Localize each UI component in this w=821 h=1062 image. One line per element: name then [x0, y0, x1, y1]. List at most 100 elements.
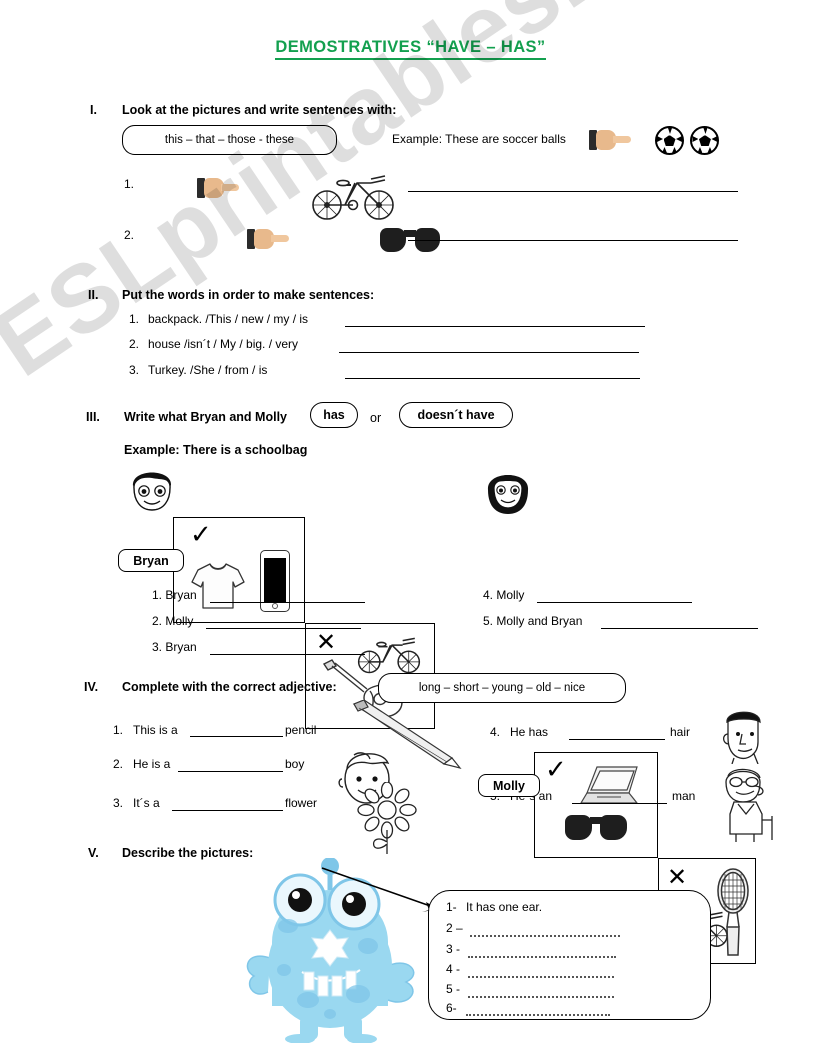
cross-icon: ✕	[316, 628, 337, 656]
name-tag-bryan-label: Bryan	[133, 553, 169, 568]
section-3-or-label: or	[370, 411, 382, 425]
section-5-heading: Describe the pictures:	[122, 846, 254, 860]
tennis-racket-icon	[717, 868, 749, 956]
section-4-item-3-before: It´s a	[133, 796, 160, 810]
section-3-answer-2-number: 2.	[152, 614, 163, 628]
section-4-item-2-after: boy	[285, 757, 305, 771]
section-1-item-1-number: 1.	[124, 177, 135, 191]
section-3-example: Example: There is a schoolbag	[124, 443, 308, 457]
section-1-item-2-number: 2.	[124, 228, 135, 242]
chip-has[interactable]: has	[310, 402, 358, 428]
bicycle-icon	[312, 175, 394, 220]
flower-icon	[357, 782, 417, 854]
section-5-line-1-number: 1-	[446, 900, 457, 914]
cross-icon: ✕	[667, 863, 688, 891]
section-2-item-2-number: 2.	[129, 337, 140, 351]
section-3-answer-2: 2. Molly	[152, 614, 193, 628]
section-3-answer-4-line[interactable]	[537, 602, 692, 603]
tshirt-icon	[191, 563, 245, 609]
section-3-answer-3-number: 3.	[152, 640, 163, 654]
section-5-line-4-dots[interactable]	[468, 976, 614, 978]
section-5-line-2-dots[interactable]	[470, 935, 620, 937]
check-icon: ✓	[190, 520, 212, 550]
section-4-item-1-line[interactable]	[190, 736, 283, 737]
section-4-item-2-before: He is a	[133, 757, 171, 771]
section-1-wordbank: this – that – those - these	[122, 125, 337, 155]
section-4-item-2-number: 2.	[113, 757, 124, 771]
chip-has-label: has	[323, 408, 345, 422]
section-5-number: V.	[88, 846, 99, 860]
chip-doesnt-have-label: doesn´t have	[417, 408, 495, 422]
section-1-wordbank-text: this – that – those - these	[164, 134, 295, 146]
section-4-item-3-number: 3.	[113, 796, 124, 810]
section-2-item-2-text: house /isn´t / My / big. / very	[148, 337, 299, 351]
soccer-ball-icon	[690, 126, 720, 155]
check-icon: ✓	[545, 755, 567, 785]
section-2-number: II.	[88, 288, 99, 302]
section-4-item-1-number: 1.	[113, 723, 124, 737]
section-1-item-1-answer-line[interactable]	[408, 191, 738, 192]
section-3-answer-5: 5. Molly and Bryan	[483, 614, 582, 628]
section-3-answer-3-line[interactable]	[210, 654, 365, 655]
section-4-item-2-line[interactable]	[178, 771, 283, 772]
sunglasses-icon	[565, 815, 627, 840]
section-1-heading: Look at the pictures and write sentences…	[122, 103, 397, 117]
section-4-item-3-line[interactable]	[172, 810, 283, 811]
soccer-balls-icon	[655, 126, 720, 160]
section-3-answer-5-line[interactable]	[601, 628, 758, 629]
section-3-answer-4-text: Molly	[496, 588, 525, 602]
section-4-item-4-after: hair	[670, 725, 691, 739]
section-5-line-3-number: 3 -	[446, 942, 461, 956]
section-2-item-3-number: 3.	[129, 363, 140, 377]
section-4-item-4-before: He has	[510, 725, 549, 739]
section-1-item-2-answer-line[interactable]	[408, 240, 738, 241]
section-3-answer-1-number: 1.	[152, 588, 163, 602]
section-5-line-6-dots[interactable]	[466, 1014, 610, 1016]
section-2-item-1-text: backpack. /This / new / my / is	[148, 312, 309, 326]
section-2-item-1-answer-line[interactable]	[345, 326, 645, 327]
section-4-wordbank: long – short – young – old – nice	[378, 673, 626, 703]
section-5-line-3-dots[interactable]	[468, 956, 616, 958]
section-4-item-4-number: 4.	[490, 725, 501, 739]
section-3-answer-2-line[interactable]	[206, 628, 361, 629]
section-3-answer-4-number: 4.	[483, 588, 494, 602]
soccer-ball-icon	[655, 126, 684, 155]
section-4-item-4-line[interactable]	[569, 739, 665, 740]
section-3-answer-5-text: Molly and Bryan	[496, 614, 583, 628]
section-4-heading: Complete with the correct adjective:	[122, 680, 337, 694]
name-tag-molly-label: Molly	[493, 778, 525, 793]
section-2-item-2-answer-line[interactable]	[339, 352, 639, 353]
section-5-line-1-text: It has one ear.	[466, 900, 543, 914]
molly-has-cell: ✓	[534, 752, 658, 858]
section-4-item-5-after: man	[672, 789, 696, 803]
section-4-item-5-line[interactable]	[572, 803, 667, 804]
section-3-answer-4: 4. Molly	[483, 588, 524, 602]
section-2-item-1-number: 1.	[129, 312, 140, 326]
section-3-answer-3-text: Bryan	[165, 640, 197, 654]
section-3-answer-1: 1. Bryan	[152, 588, 197, 602]
section-5-line-5-number: 5 -	[446, 982, 461, 996]
section-4-wordbank-text: long – short – young – old – nice	[418, 682, 586, 694]
worksheet-page: ESLprintables.com DEMOSTRATIVES “HAVE – …	[0, 0, 821, 1062]
pointing-hand-icon	[589, 127, 634, 153]
section-4-item-1-after: pencil	[285, 723, 317, 737]
section-3-answer-1-line[interactable]	[210, 602, 365, 603]
section-2-item-3-answer-line[interactable]	[345, 378, 640, 379]
pointing-hand-icon	[197, 175, 242, 201]
chip-doesnt-have[interactable]: doesn´t have	[399, 402, 513, 428]
section-5-line-5-dots[interactable]	[468, 996, 614, 998]
section-3-answer-3: 3. Bryan	[152, 640, 197, 654]
section-1-number: I.	[90, 103, 97, 117]
section-3-heading: Write what Bryan and Molly	[124, 410, 287, 424]
bryan-has-cell: ✓	[173, 517, 305, 623]
boy-avatar-icon	[132, 472, 172, 511]
section-4-number: IV.	[84, 680, 99, 694]
section-3-answer-1-text: Bryan	[165, 588, 197, 602]
section-4-item-3-after: flower	[285, 796, 318, 810]
name-tag-molly: Molly	[478, 774, 540, 797]
section-2-item-3-text: Turkey. /She / from / is	[148, 363, 268, 377]
pointing-hand-icon	[246, 226, 292, 252]
section-4-item-1-before: This is a	[133, 723, 178, 737]
page-title: DEMOSTRATIVES “HAVE – HAS”	[0, 38, 821, 60]
section-3-number: III.	[86, 410, 100, 424]
